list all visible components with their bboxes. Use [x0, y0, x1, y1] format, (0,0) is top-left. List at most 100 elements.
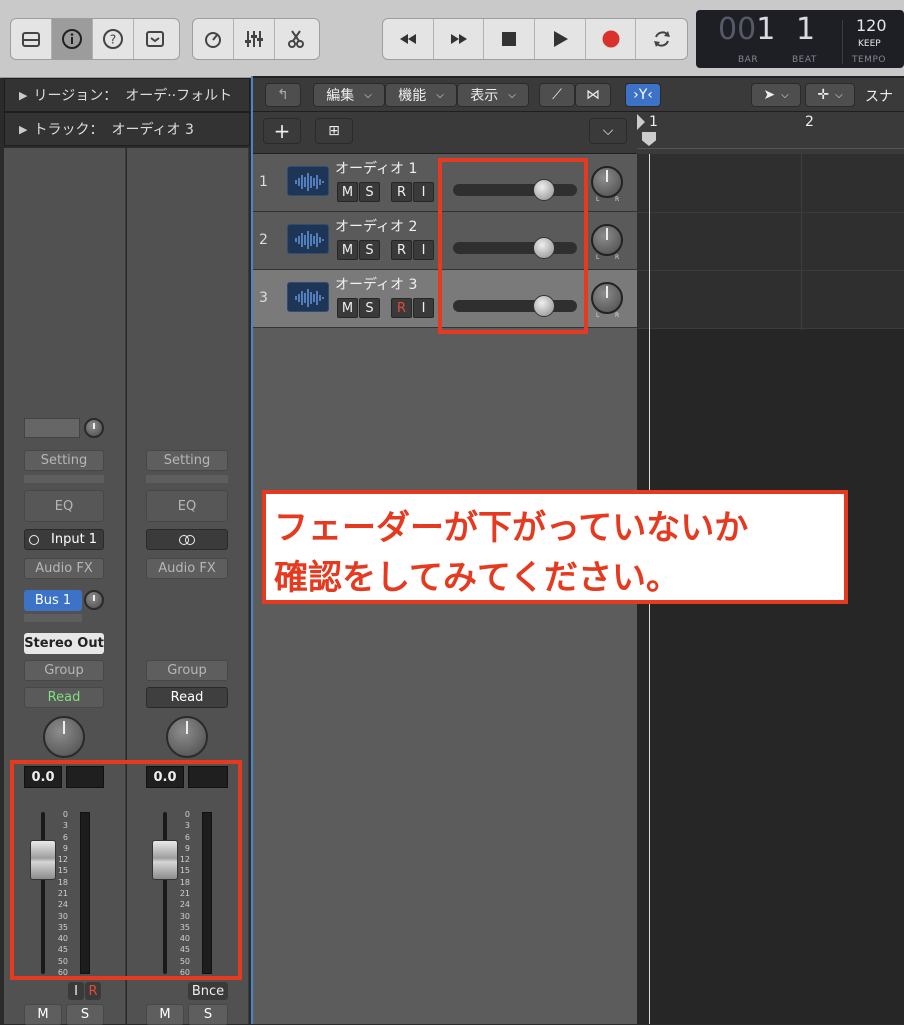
- track-mute-button[interactable]: M: [337, 240, 358, 260]
- region-value: オーデ··フォルト: [125, 88, 233, 104]
- cycle-icon[interactable]: [636, 19, 687, 59]
- audio-fx-slot[interactable]: Audio FX: [24, 558, 104, 579]
- mixer-icon[interactable]: [234, 19, 275, 59]
- disclosure-triangle-icon: ▶: [19, 122, 28, 136]
- track-record-button[interactable]: R: [391, 298, 412, 318]
- send-slot-empty[interactable]: [24, 614, 82, 622]
- solo-button[interactable]: S: [188, 1004, 228, 1025]
- callout-line-1: フェーダーが下がっていないか: [274, 508, 749, 548]
- track-name[interactable]: オーディオ 1: [335, 158, 417, 178]
- track-solo-button[interactable]: S: [359, 298, 380, 318]
- global-tracks-icon[interactable]: ⌵: [589, 118, 627, 144]
- toolbar-icon[interactable]: [134, 19, 175, 59]
- stop-icon[interactable]: [484, 19, 536, 59]
- add-track-icon[interactable]: +: [263, 118, 301, 144]
- pointer-tool[interactable]: ➤ ⌵: [751, 83, 801, 107]
- track-number: 2: [259, 232, 268, 248]
- track-inspector-header[interactable]: ▶ トラック： オーディオ 3: [4, 112, 250, 146]
- output-slot[interactable]: Stereo Out: [24, 633, 104, 654]
- track-mute-button[interactable]: M: [337, 182, 358, 202]
- track-record-button[interactable]: R: [391, 182, 412, 202]
- automation-icon[interactable]: ⟋: [539, 83, 575, 107]
- lane-divider: [637, 270, 904, 271]
- track-input-monitor-button[interactable]: I: [413, 298, 434, 318]
- ruler-bar-2: 2: [805, 114, 814, 130]
- track-solo-button[interactable]: S: [359, 240, 380, 260]
- scissors-icon[interactable]: [275, 19, 316, 59]
- region-inspector-header[interactable]: ▶ リージョン： オーデ··フォルト: [4, 78, 250, 112]
- transport-group: [382, 18, 688, 60]
- ruler-bar-1: 1: [649, 114, 658, 130]
- send-slot[interactable]: Bus 1: [24, 590, 82, 611]
- view-menu[interactable]: 表示 ⌵: [457, 83, 529, 107]
- track-input-monitor-button[interactable]: I: [413, 182, 434, 202]
- mute-button[interactable]: M: [146, 1004, 184, 1025]
- ruler[interactable]: 1 2: [637, 112, 904, 154]
- library-icon[interactable]: [11, 19, 52, 59]
- arrange-lanes[interactable]: [637, 154, 904, 328]
- bounce-button[interactable]: Bnce: [188, 982, 228, 1000]
- catch-playhead-icon[interactable]: ›Y‹: [625, 83, 661, 107]
- setting-bar: [146, 475, 228, 483]
- automation-mode[interactable]: Read: [146, 687, 228, 708]
- group-slot[interactable]: Group: [146, 660, 228, 681]
- left-locator[interactable]: [637, 114, 645, 130]
- track-name[interactable]: オーディオ 3: [335, 274, 417, 294]
- solo-button[interactable]: S: [66, 1004, 104, 1025]
- audio-waveform-icon: [287, 224, 329, 254]
- eq-button[interactable]: EQ: [24, 490, 104, 522]
- pan-right-label: R: [615, 196, 620, 203]
- duplicate-track-icon[interactable]: ⊞: [315, 118, 353, 144]
- disclosure-triangle-icon: ▶: [19, 88, 28, 102]
- pan-left-label: L: [596, 196, 600, 203]
- eq-button[interactable]: EQ: [146, 490, 228, 522]
- group-slot[interactable]: Group: [24, 660, 104, 681]
- pan-left-label: L: [596, 254, 600, 261]
- marquee-tool[interactable]: ✛ ⌵: [805, 83, 855, 107]
- track-record-button[interactable]: R: [391, 240, 412, 260]
- tuner-icon[interactable]: [193, 19, 234, 59]
- input-slot[interactable]: Input 1: [24, 529, 104, 550]
- playhead-handle[interactable]: [642, 132, 656, 146]
- input-gain-knob[interactable]: [84, 418, 104, 438]
- record-icon[interactable]: [586, 19, 637, 59]
- mute-button[interactable]: M: [24, 1004, 62, 1025]
- fader-highlight-box: [10, 760, 242, 980]
- inspector-icon[interactable]: [52, 19, 93, 59]
- lcd-display[interactable]: 001 1 BAR BEAT 120 KEEP TEMPO: [696, 10, 904, 68]
- setting-button[interactable]: Setting: [24, 450, 104, 471]
- input-monitor-button[interactable]: I: [68, 982, 84, 1000]
- view-buttons-group: ?: [10, 18, 180, 60]
- rewind-icon[interactable]: [383, 19, 434, 59]
- play-icon[interactable]: [535, 19, 586, 59]
- lcd-beat-value: 1: [796, 12, 816, 47]
- functions-menu[interactable]: 機能 ⌵: [385, 83, 457, 107]
- record-enable-button[interactable]: R: [85, 982, 101, 1000]
- track-pan-knob[interactable]: [591, 166, 623, 198]
- annotation-callout: フェーダーが下がっていないか 確認をしてみてください。: [262, 490, 848, 604]
- back-icon[interactable]: ↰: [265, 83, 301, 107]
- help-icon[interactable]: ?: [93, 19, 134, 59]
- lcd-tempo-mode: KEEP: [858, 39, 881, 49]
- track-mute-button[interactable]: M: [337, 298, 358, 318]
- setting-button[interactable]: Setting: [146, 450, 228, 471]
- track-pan-knob[interactable]: [591, 224, 623, 256]
- audio-fx-slot[interactable]: Audio FX: [146, 558, 228, 579]
- bar-gridline: [801, 130, 802, 330]
- automation-mode[interactable]: Read: [24, 687, 104, 708]
- stereo-icon[interactable]: [146, 529, 228, 550]
- flex-icon[interactable]: ⋈: [575, 83, 611, 107]
- edit-menu[interactable]: 編集 ⌵: [313, 83, 385, 107]
- gain-reduction-meter: [24, 418, 80, 438]
- track-number: 3: [259, 290, 268, 306]
- fast-forward-icon[interactable]: [434, 19, 485, 59]
- send-level-knob[interactable]: [84, 590, 104, 610]
- track-pan-knob[interactable]: [591, 282, 623, 314]
- balance-knob[interactable]: [166, 716, 208, 758]
- edit-tools-group: [192, 18, 320, 60]
- track-solo-button[interactable]: S: [359, 182, 380, 202]
- track-name[interactable]: オーディオ 2: [335, 216, 417, 236]
- track-input-monitor-button[interactable]: I: [413, 240, 434, 260]
- input-label: Input 1: [51, 532, 98, 547]
- pan-knob[interactable]: [43, 716, 85, 758]
